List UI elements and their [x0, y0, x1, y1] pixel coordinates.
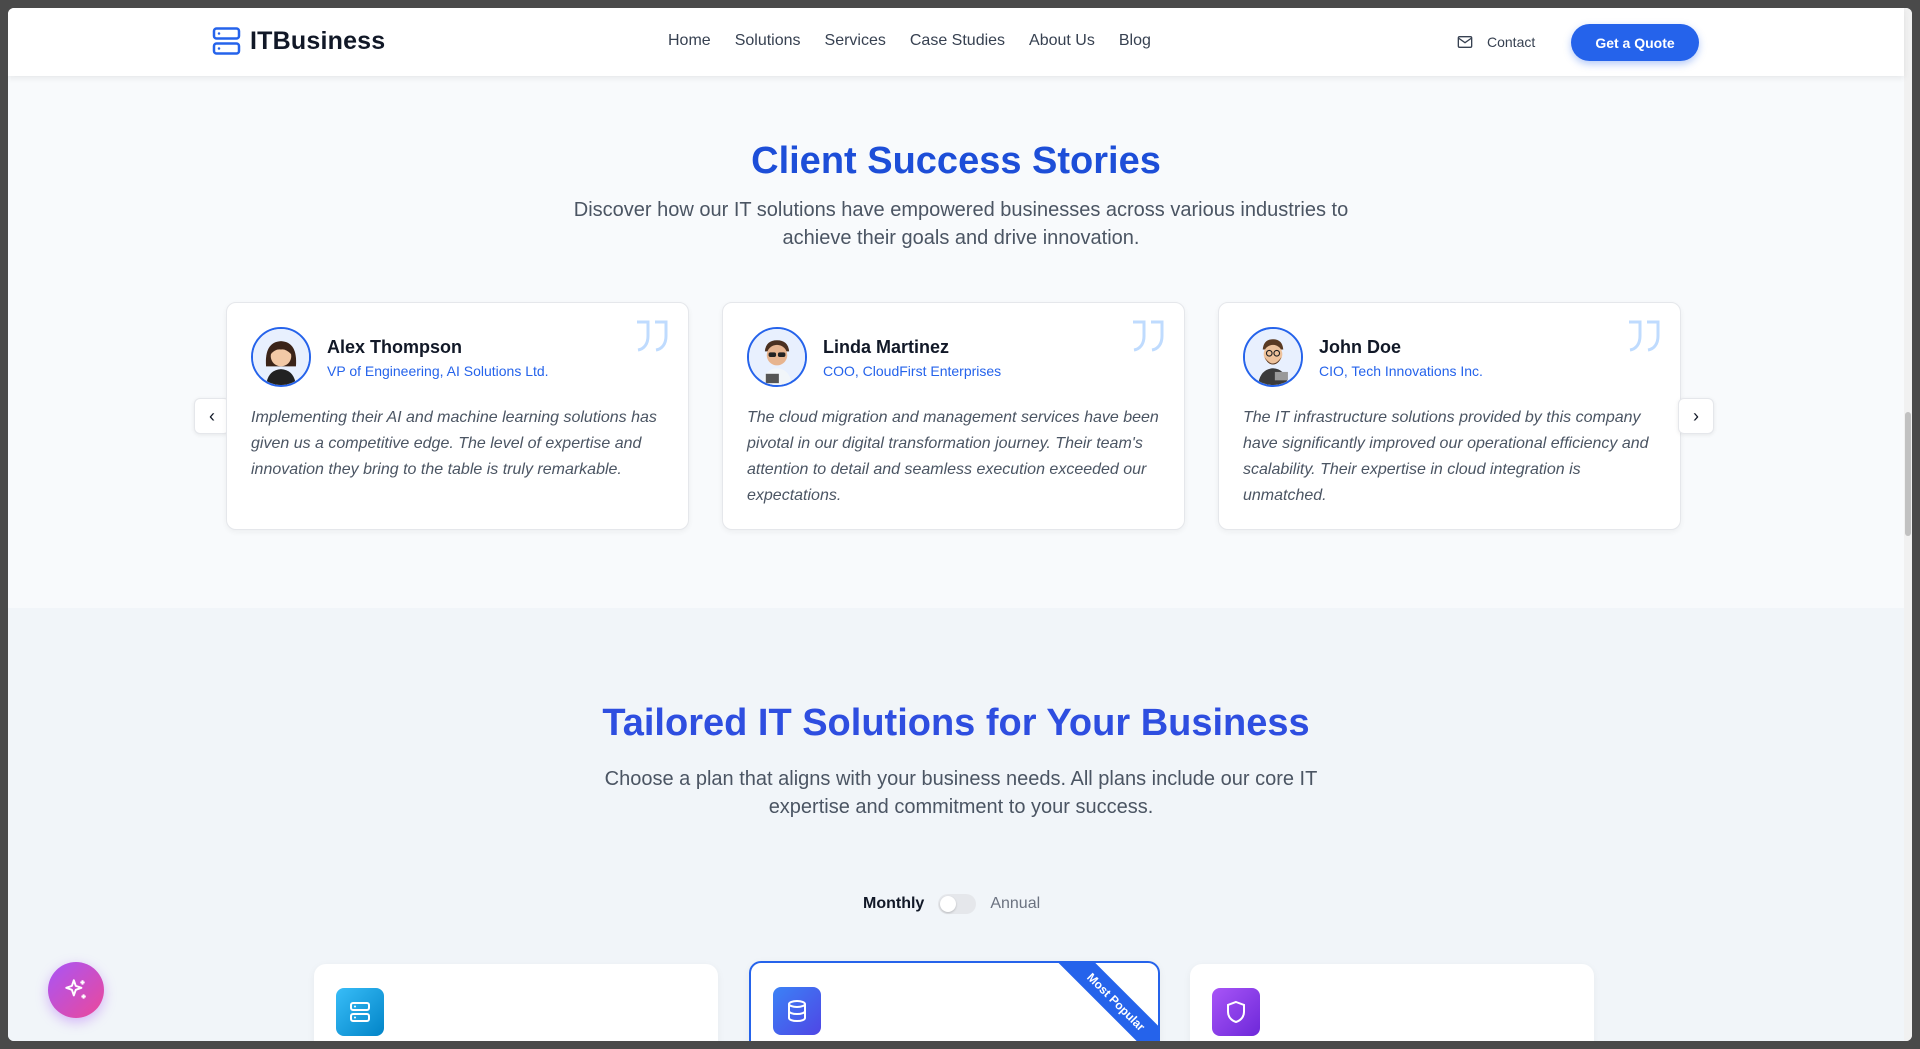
- testimonial-text: Implementing their AI and machine learni…: [251, 409, 657, 478]
- testimonial-card: Linda Martinez COO, CloudFirst Enterpris…: [722, 302, 1185, 530]
- testimonial-name: Alex Thompson: [327, 337, 463, 357]
- chevron-left-icon: ‹: [209, 405, 215, 426]
- avatar: [251, 327, 311, 387]
- plan-card-popular: Most Popular: [749, 961, 1160, 1041]
- testimonial-name: John Doe: [1319, 337, 1402, 357]
- testimonial-card: Alex Thompson VP of Engineering, AI Solu…: [226, 302, 689, 530]
- carousel-next-button[interactable]: ›: [1678, 398, 1714, 434]
- shield-icon: [1212, 988, 1260, 1036]
- contact-label: Contact: [1487, 34, 1536, 50]
- testimonials-section: Client Success Stories Discover how our …: [8, 76, 1904, 608]
- brand-logo[interactable]: ITBusiness: [211, 26, 385, 56]
- main-nav: Home Solutions Services Case Studies Abo…: [668, 32, 1151, 50]
- testimonial-text: The cloud migration and management servi…: [747, 409, 1159, 504]
- server-icon: [212, 27, 241, 55]
- testimonial-text: The IT infrastructure solutions provided…: [1243, 409, 1649, 504]
- get-quote-button[interactable]: Get a Quote: [1571, 24, 1699, 61]
- testimonials-subtitle: Discover how our IT solutions have empow…: [573, 199, 1349, 249]
- server-icon: [336, 988, 384, 1036]
- avatar: [747, 327, 807, 387]
- pricing-subtitle: Choose a plan that aligns with your busi…: [604, 768, 1318, 818]
- mail-icon: [1457, 36, 1473, 48]
- ai-assistant-button[interactable]: [48, 962, 104, 1018]
- testimonial-name: Linda Martinez: [823, 337, 950, 357]
- testimonials-title: Client Success Stories: [751, 140, 1161, 182]
- nav-services[interactable]: Services: [825, 32, 886, 50]
- pricing-title: Tailored IT Solutions for Your Business: [602, 702, 1310, 744]
- chevron-right-icon: ›: [1693, 405, 1699, 426]
- quote-icon: [637, 320, 668, 352]
- nav-about-us[interactable]: About Us: [1029, 32, 1095, 50]
- brand-name: ITBusiness: [250, 26, 386, 55]
- sparkles-icon: [65, 979, 86, 999]
- browser-window: ITBusiness Home Solutions Services Case …: [8, 8, 1912, 1041]
- plan-card: [314, 964, 718, 1041]
- billing-toggle: Monthly Annual: [863, 894, 1040, 914]
- plan-card: [1190, 964, 1594, 1041]
- testimonial-role: VP of Engineering, AI Solutions Ltd.: [327, 363, 549, 379]
- scrollbar-thumb[interactable]: [1905, 412, 1911, 536]
- avatar: [1243, 327, 1303, 387]
- most-popular-badge: Most Popular: [1050, 963, 1158, 1041]
- nav-case-studies[interactable]: Case Studies: [910, 32, 1005, 50]
- annual-label[interactable]: Annual: [990, 895, 1040, 913]
- nav-blog[interactable]: Blog: [1119, 32, 1151, 50]
- quote-icon: [1133, 320, 1164, 352]
- contact-link[interactable]: Contact: [1457, 34, 1535, 50]
- pricing-section: Tailored IT Solutions for Your Business …: [8, 608, 1904, 1041]
- testimonial-role: COO, CloudFirst Enterprises: [823, 363, 1002, 379]
- testimonial-role: CIO, Tech Innovations Inc.: [1319, 363, 1483, 379]
- billing-switch[interactable]: [938, 894, 977, 914]
- nav-solutions[interactable]: Solutions: [735, 32, 801, 50]
- scrollbar[interactable]: [1904, 8, 1912, 1041]
- database-icon: [773, 987, 821, 1035]
- site-header: ITBusiness Home Solutions Services Case …: [8, 8, 1904, 76]
- nav-home[interactable]: Home: [668, 32, 711, 50]
- monthly-label[interactable]: Monthly: [863, 895, 924, 913]
- testimonial-card: John Doe CIO, Tech Innovations Inc. The …: [1218, 302, 1681, 530]
- carousel-prev-button[interactable]: ‹: [194, 398, 230, 434]
- quote-icon: [1629, 320, 1660, 352]
